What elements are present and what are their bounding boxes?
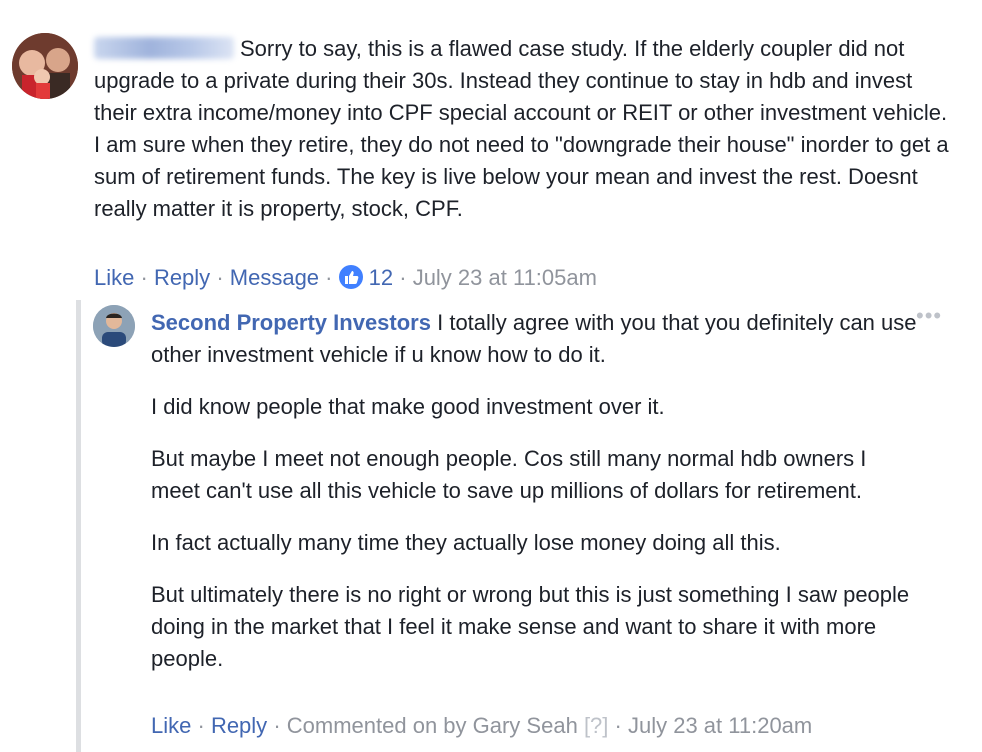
commenter-avatar[interactable] <box>12 33 78 99</box>
reply-thread-line <box>76 300 81 752</box>
like-link[interactable]: Like <box>94 265 134 290</box>
reply-author-name[interactable]: Second Property Investors <box>151 310 431 335</box>
help-marker[interactable]: [?] <box>584 713 608 738</box>
commented-by-text[interactable]: Commented on by Gary Seah <box>287 713 578 738</box>
like-link[interactable]: Like <box>151 713 191 738</box>
commenter-name-blurred[interactable] <box>94 37 234 59</box>
page-avatar[interactable] <box>93 305 135 347</box>
message-link[interactable]: Message <box>230 265 319 290</box>
reply-link[interactable]: Reply <box>154 265 210 290</box>
separator: · <box>140 265 154 290</box>
timestamp[interactable]: July 23 at 11:20am <box>628 713 812 738</box>
reply-body: Second Property Investors I totally agre… <box>151 307 921 695</box>
separator: · <box>273 713 287 738</box>
reply-paragraph: But maybe I meet not enough people. Cos … <box>151 446 867 503</box>
comment-body: Sorry to say, this is a flawed case stud… <box>94 33 954 225</box>
separator: · <box>197 713 211 738</box>
page-avatar-photo <box>93 305 135 347</box>
separator: · <box>216 265 230 290</box>
separator: · <box>614 713 628 738</box>
commenter-photo <box>12 33 78 99</box>
reply-actions: Like · Reply · Commented on by Gary Seah… <box>151 711 812 741</box>
comment-text: Sorry to say, this is a flawed case stud… <box>94 36 949 221</box>
reply-link[interactable]: Reply <box>211 713 267 738</box>
reply-paragraph: I did know people that make good investm… <box>151 394 665 419</box>
reply-first-paragraph: Second Property Investors I totally agre… <box>151 307 921 371</box>
separator: · <box>325 265 339 290</box>
reply-paragraph: In fact actually many time they actually… <box>151 530 781 555</box>
comment-actions: Like · Reply · Message · 12 · July 23 at… <box>94 263 597 293</box>
more-options-icon[interactable]: ••• <box>916 305 942 327</box>
timestamp[interactable]: July 23 at 11:05am <box>413 265 597 290</box>
like-count[interactable]: 12 <box>369 265 393 290</box>
separator: · <box>399 265 413 290</box>
reply-paragraph: But ultimately there is no right or wron… <box>151 582 910 671</box>
like-thumb-icon[interactable] <box>338 265 363 289</box>
